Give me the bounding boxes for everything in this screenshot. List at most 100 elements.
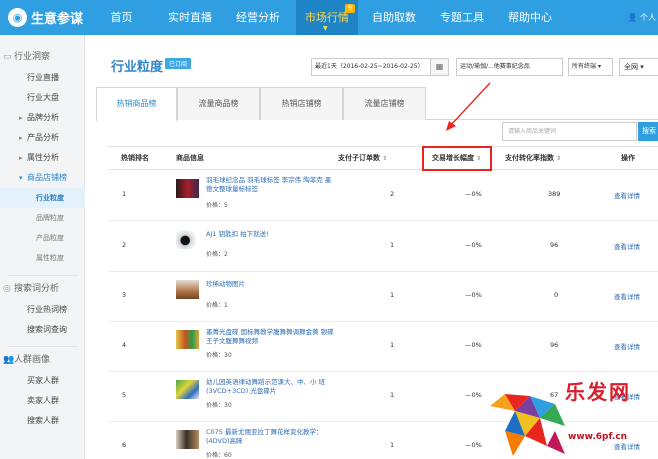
sidebar-item-product[interactable]: ▸ 产品分析 — [0, 128, 85, 148]
eye-icon: ◎ — [3, 284, 11, 294]
tab-traffic-shops[interactable]: 流量店铺榜 — [343, 87, 426, 120]
scope-value: 全网 — [624, 63, 638, 71]
product-price: 价格：30 — [206, 402, 232, 409]
view-detail-link[interactable]: 查看详情 — [614, 241, 640, 251]
sidebar-section-search: ◎ 搜索词分析 — [0, 279, 85, 299]
header-rank: 热销排名 — [121, 154, 149, 162]
nav-help-center[interactable]: 帮助中心 — [500, 0, 560, 35]
product-price: 价格：60 — [206, 452, 232, 459]
terminal-select[interactable]: 所有终端 ▾ — [568, 58, 613, 76]
sidebar-subitem-product-granularity[interactable]: 产品粒度 — [0, 228, 85, 248]
tab-hot-products[interactable]: 热销商品榜 — [96, 87, 177, 121]
sidebar-item-ranking[interactable]: ▾ 商品店铺榜 — [0, 168, 85, 188]
product-title-link[interactable]: C075 最新尤丽亚拉丁舞花样变化教学：(4DVD)高睐 — [206, 428, 336, 446]
product-title-link[interactable]: AJ1 钥匙扣 拍下就送! — [206, 230, 336, 239]
product-price: 价格：30 — [206, 352, 232, 359]
nav-market-badge: 专 — [344, 4, 355, 13]
view-detail-link[interactable]: 查看详情 — [614, 341, 640, 351]
app-logo[interactable]: ◉ 生意参谋 — [8, 8, 83, 27]
user-label: 个人 — [640, 13, 656, 22]
product-title-link[interactable]: 墨菁光盘碟 国标舞教学腹舞舞调舞金黄 银碟 王子文腹舞舞视频 — [206, 328, 336, 346]
orders-cell: 1 — [390, 341, 395, 349]
colorful-animal-logo — [490, 394, 565, 456]
product-title-link[interactable]: 幼儿园英语律动舞蹈示范课大、中、小 班(3VCD+3CD) 光盘碟片 — [206, 378, 336, 396]
red-arrow-annotation — [446, 82, 491, 131]
users-icon: 👥 — [3, 355, 15, 365]
page-title: 行业粒度 — [111, 60, 164, 75]
product-thumbnail[interactable] — [176, 330, 199, 349]
sidebar: ▭ 行业洞察 行业直播 行业大盘 ▸ 品牌分析 ▸ 产品分析 ▸ 属性分析 ▾ 商品店铺榜… — [0, 35, 85, 459]
sidebar-item-label: 产品分析 — [27, 133, 59, 142]
nav-business-analysis[interactable]: 经营分析 — [228, 0, 288, 35]
header-product-info: 商品信息 — [176, 154, 204, 162]
nav-self-service[interactable]: 自助取数 — [366, 0, 422, 35]
table-row: 4 墨菁光盘碟 国标舞教学腹舞舞调舞金黄 银碟 王子文腹舞舞视频 价格：30 1… — [108, 322, 658, 372]
watermark-url: www.6pf.cn — [568, 432, 628, 442]
tab-bar: 热销商品榜 流量商品榜 热销店铺榜 流量店铺榜 — [96, 87, 658, 121]
header-orders-label: 支付子订单数 — [338, 154, 380, 162]
product-thumbnail[interactable] — [176, 230, 199, 249]
sidebar-item-label: 属性分析 — [27, 153, 59, 162]
rank-cell: 1 — [122, 190, 127, 198]
calendar-icon[interactable]: ▦ — [430, 58, 449, 76]
header-orders[interactable]: 支付子订单数 ⇕ — [338, 147, 387, 169]
product-thumbnail[interactable] — [176, 380, 199, 399]
scope-select[interactable]: 全网 ▾ — [619, 58, 658, 76]
search-button[interactable]: 搜索 — [638, 122, 658, 141]
caret-right-icon: ▸ — [19, 114, 23, 122]
header-action: 操作 — [621, 154, 635, 162]
caret-right-icon: ▸ — [19, 154, 23, 162]
conversion-cell: 389 — [548, 190, 561, 198]
view-detail-link[interactable]: 查看详情 — [614, 190, 640, 200]
product-thumbnail[interactable] — [176, 430, 199, 449]
compass-icon: ◉ — [8, 8, 27, 27]
category-value: 运动/瑜伽/...他赛事纪念品 — [460, 63, 530, 70]
site-watermark: 乐发网 www.6pf.cn — [485, 376, 658, 459]
sidebar-item-buyers[interactable]: 买家人群 — [0, 371, 85, 391]
date-range-select[interactable]: 最近1天（2016-02-25~2016-02-25） — [311, 58, 431, 76]
sidebar-item-attribute[interactable]: ▸ 属性分析 — [0, 148, 85, 168]
growth-cell: —0% — [465, 341, 482, 349]
sidebar-subitem-industry-granularity[interactable]: 行业粒度 — [0, 188, 85, 208]
nav-home[interactable]: 首页 — [98, 0, 145, 35]
sort-icon: ⇕ — [380, 155, 388, 162]
product-title-link[interactable]: 羽毛球纪念品 羽毛球标签 李宗伟 陶菲克 墨德文整球量标标签 — [206, 176, 336, 194]
header-conversion[interactable]: 支付转化率指数 ⇕ — [505, 147, 561, 169]
view-detail-link[interactable]: 查看详情 — [614, 291, 640, 301]
orders-cell: 1 — [390, 241, 395, 249]
sidebar-item-industry-overview[interactable]: 行业大盘 — [0, 88, 85, 108]
sort-icon: ⇕ — [554, 155, 562, 162]
sidebar-item-industry-live[interactable]: 行业直播 — [0, 68, 85, 88]
orders-cell: 2 — [390, 190, 395, 198]
sidebar-section-label: 搜索词分析 — [14, 284, 60, 294]
product-thumbnail[interactable] — [176, 280, 199, 299]
sidebar-item-brand[interactable]: ▸ 品牌分析 — [0, 108, 85, 128]
nav-market[interactable]: 市场行情 专 ▼ — [296, 0, 358, 35]
search-input[interactable]: 请输入商品关键词 — [502, 122, 637, 141]
terminal-value: 所有终端 — [572, 63, 597, 70]
caret-down-icon: ▾ — [19, 174, 23, 182]
sidebar-item-searchers[interactable]: 搜索人群 — [0, 411, 85, 431]
orders-cell: 1 — [390, 291, 395, 299]
caret-right-icon: ▸ — [19, 134, 23, 142]
product-title-link[interactable]: 珍稀动物图片 — [206, 280, 336, 289]
subscribed-tag[interactable]: 已订阅 — [165, 58, 192, 69]
sidebar-section-label: 人群画像 — [14, 355, 51, 365]
growth-cell: —0% — [465, 391, 482, 399]
tab-hot-shops[interactable]: 热销店铺榜 — [260, 87, 343, 120]
table-row: 1 羽毛球纪念品 羽毛球标签 李宗伟 陶菲克 墨德文整球量标标签 价格：5 2 … — [108, 170, 658, 221]
sidebar-item-hot-words[interactable]: 行业热词榜 — [0, 300, 85, 320]
product-thumbnail[interactable] — [176, 179, 199, 198]
category-select[interactable]: 运动/瑜伽/...他赛事纪念品 — [456, 58, 563, 76]
nav-topic-tools[interactable]: 专题工具 — [432, 0, 492, 35]
orders-cell: 1 — [390, 441, 395, 449]
nav-realtime[interactable]: 实时直播 — [160, 0, 220, 35]
tab-traffic-products[interactable]: 流量商品榜 — [177, 87, 260, 120]
sidebar-subitem-brand-granularity[interactable]: 品牌粒度 — [0, 208, 85, 228]
header-conversion-label: 支付转化率指数 — [505, 154, 554, 162]
sidebar-item-sellers[interactable]: 卖家人群 — [0, 391, 85, 411]
user-menu[interactable]: 👤 个人 — [627, 0, 656, 35]
sidebar-item-search-query[interactable]: 搜索词查询 — [0, 320, 85, 340]
sidebar-subitem-attribute-granularity[interactable]: 属性粒度 — [0, 248, 85, 268]
table-header: 热销排名 商品信息 支付子订单数 ⇕ 交易增长幅度 ⇕ 支付转化率指数 ⇕ 操作 — [108, 146, 658, 170]
